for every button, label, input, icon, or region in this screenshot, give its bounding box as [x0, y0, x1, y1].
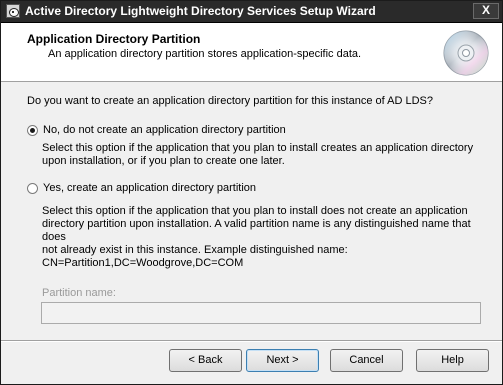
partition-name-field[interactable]: [41, 302, 481, 324]
close-button[interactable]: X: [473, 3, 499, 19]
wizard-header: Application Directory Partition An appli…: [1, 23, 502, 82]
option-create-partition-description: Select this option if the application th…: [42, 205, 482, 270]
partition-name-label: Partition name:: [42, 287, 116, 299]
page-title: Application Directory Partition: [27, 32, 201, 46]
option-create-partition-label[interactable]: Yes, create an application directory par…: [43, 182, 256, 194]
help-button[interactable]: Help: [416, 349, 489, 372]
option-no-partition-label[interactable]: No, do not create an application directo…: [43, 124, 286, 136]
back-button[interactable]: < Back: [169, 349, 242, 372]
description-line: directory partition upon installation. A…: [42, 218, 471, 243]
next-button[interactable]: Next >: [246, 349, 319, 372]
description-line: CN=Partition1,DC=Woodgrove,DC=COM: [42, 257, 244, 269]
option-no-partition[interactable]: No, do not create an application directo…: [27, 124, 286, 136]
title-bar: Active Directory Lightweight Directory S…: [1, 1, 502, 23]
description-line: Select this option if the application th…: [42, 205, 468, 217]
option-no-partition-description: Select this option if the application th…: [42, 142, 482, 168]
option-create-partition[interactable]: Yes, create an application directory par…: [27, 182, 256, 194]
radio-no-partition[interactable]: [27, 124, 38, 136]
setup-wizard-window: Active Directory Lightweight Directory S…: [0, 0, 503, 385]
description-line: upon installation, or if you plan to cre…: [42, 155, 285, 167]
cancel-button[interactable]: Cancel: [330, 349, 403, 372]
footer-divider: [1, 340, 502, 342]
description-line: not already exist in this instance. Exam…: [42, 244, 348, 256]
cd-disc-icon: [443, 30, 489, 76]
radio-create-partition[interactable]: [27, 182, 38, 194]
question-text: Do you want to create an application dir…: [27, 95, 433, 107]
wizard-body: Do you want to create an application dir…: [1, 82, 502, 340]
app-window-icon: [6, 4, 20, 18]
window-title: Active Directory Lightweight Directory S…: [25, 4, 376, 18]
description-line: Select this option if the application th…: [42, 142, 474, 154]
page-subtitle: An application directory partition store…: [48, 48, 362, 60]
